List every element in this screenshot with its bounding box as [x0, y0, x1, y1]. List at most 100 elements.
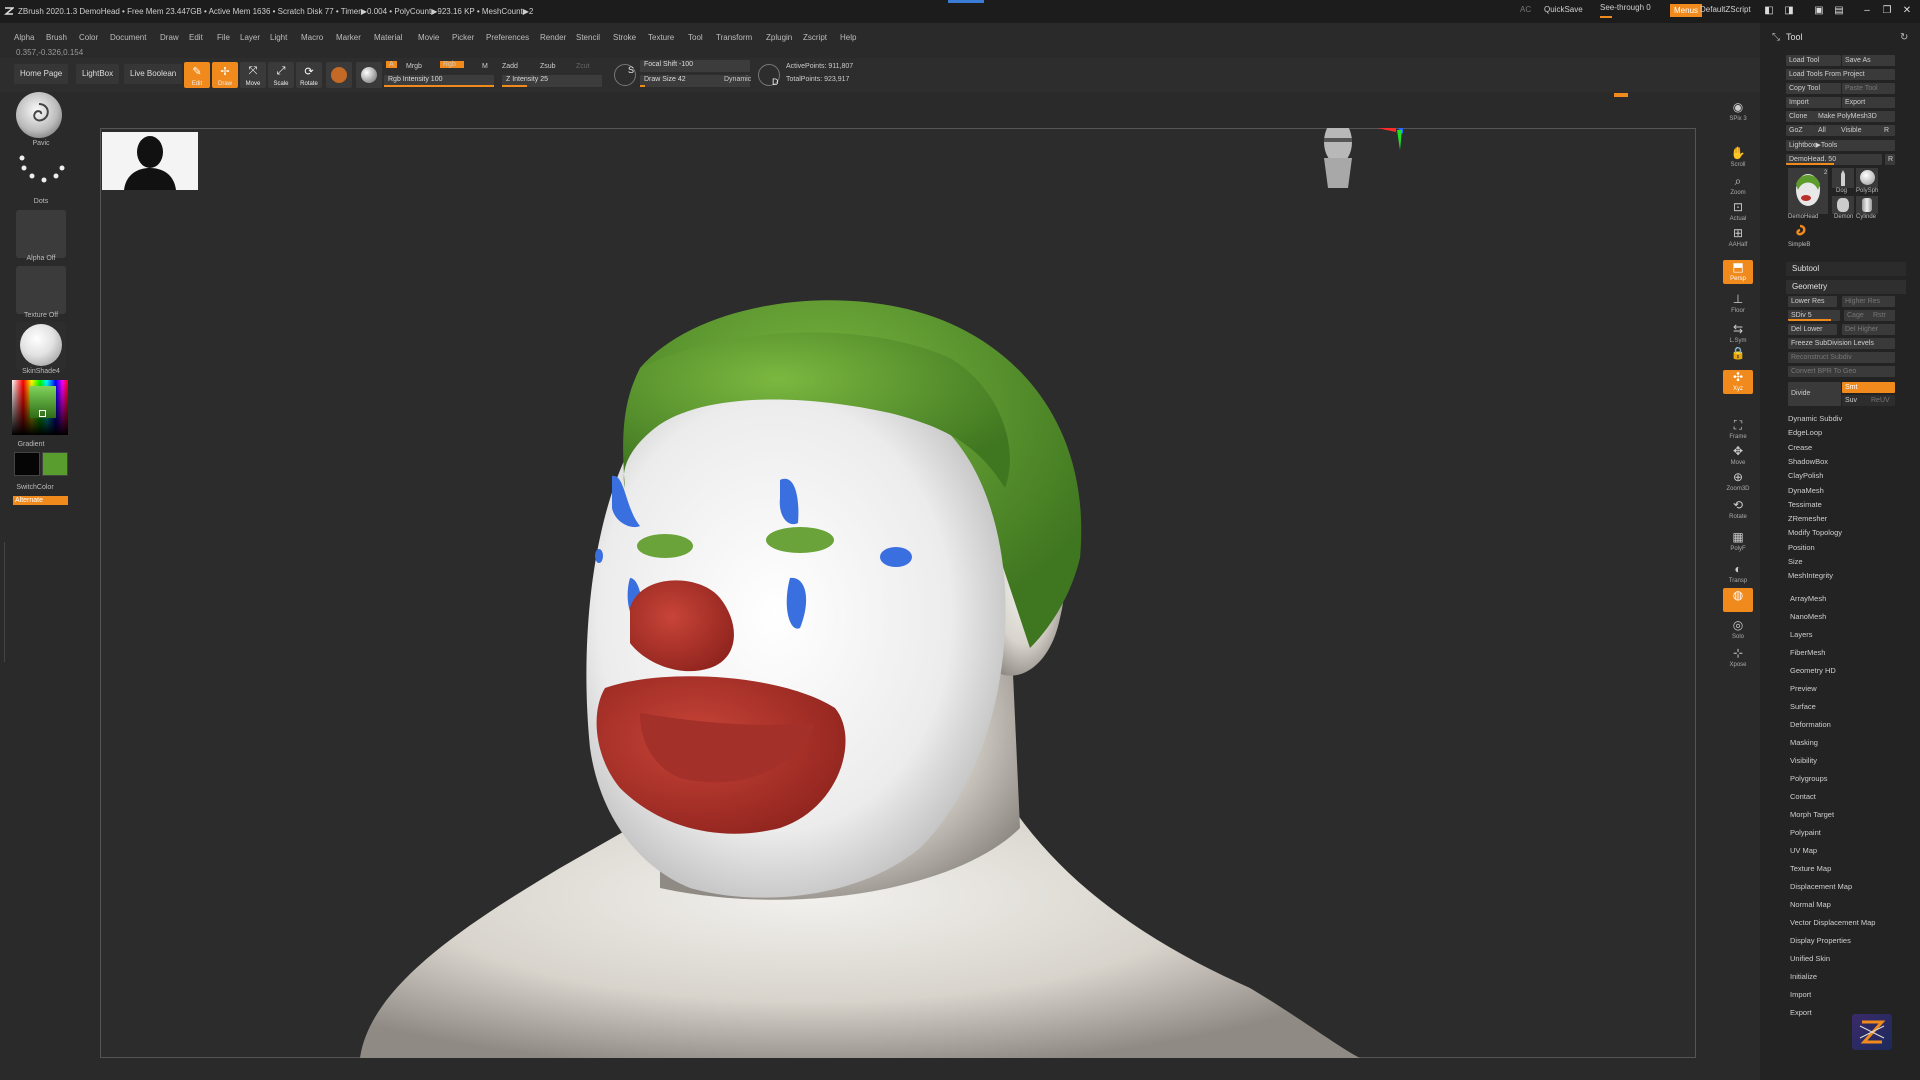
layout-alt-icon[interactable]: ▤	[1832, 6, 1846, 16]
close-icon[interactable]: ✕	[1900, 6, 1914, 16]
del-higher-button[interactable]: Del Higher	[1842, 324, 1895, 335]
color-picker-cursor[interactable]	[39, 410, 46, 417]
z-intensity-slider[interactable]: Z Intensity 25	[502, 75, 602, 87]
live-boolean-button[interactable]: Live Boolean	[124, 64, 183, 84]
reuv-toggle[interactable]: ReUV	[1868, 395, 1895, 406]
copy-tool-button[interactable]: Copy Tool	[1786, 83, 1841, 94]
goz-visible-button[interactable]: Visible	[1838, 125, 1881, 136]
section-initialize[interactable]: Initialize	[1790, 972, 1817, 981]
shelf-bpr-button[interactable]: ◉ SPix 3	[1723, 100, 1753, 124]
menu-stroke[interactable]: Stroke	[613, 33, 636, 42]
goz-r-button[interactable]: R	[1881, 125, 1895, 136]
freeze-subdivision-button[interactable]: Freeze SubDivision Levels	[1788, 338, 1895, 349]
tool-thumb-demon[interactable]	[1832, 196, 1854, 214]
lightbox-tools-button[interactable]: Lightbox▶Tools	[1786, 140, 1895, 151]
section-preview[interactable]: Preview	[1790, 684, 1817, 693]
section-morph-target[interactable]: Morph Target	[1790, 810, 1834, 819]
shelf-zoom-button[interactable]: ⌕ Zoom	[1723, 174, 1753, 198]
section-uv-map[interactable]: UV Map	[1790, 846, 1817, 855]
section-layers[interactable]: Layers	[1790, 630, 1813, 639]
move-mode-button[interactable]: ⤧ Move	[240, 62, 266, 88]
a-toggle[interactable]: A	[386, 61, 397, 68]
menu-document[interactable]: Document	[110, 33, 146, 42]
geometry-item-tessimate[interactable]: Tessimate	[1788, 500, 1822, 509]
geometry-item-dynamesh[interactable]: DynaMesh	[1788, 486, 1824, 495]
import-button[interactable]: Import	[1786, 97, 1841, 108]
restore-icon[interactable]: ❐	[1880, 6, 1894, 16]
convert-bpr-button[interactable]: Convert BPR To Geo	[1788, 366, 1895, 377]
menus-button[interactable]: Menus	[1670, 4, 1703, 17]
section-texture-map[interactable]: Texture Map	[1790, 864, 1831, 873]
brush-thumbnail[interactable]	[16, 92, 62, 138]
section-display-properties[interactable]: Display Properties	[1790, 936, 1851, 945]
material-sphere-button[interactable]	[356, 62, 382, 88]
shelf-move-button[interactable]: ✥ Move	[1723, 444, 1753, 468]
section-visibility[interactable]: Visibility	[1790, 756, 1817, 765]
sdiv-slider[interactable]: SDiv 5	[1788, 310, 1840, 321]
menu-brush[interactable]: Brush	[46, 33, 67, 42]
quicksave-button[interactable]: QuickSave	[1544, 5, 1583, 14]
rstr-button[interactable]: Rstr	[1870, 310, 1895, 321]
refresh-icon[interactable]: ↻	[1900, 32, 1908, 43]
make-polymesh3d-button[interactable]: Make PolyMesh3D	[1815, 111, 1895, 122]
section-import[interactable]: Import	[1790, 990, 1811, 999]
suv-toggle[interactable]: Suv	[1842, 395, 1869, 406]
cage-button[interactable]: Cage	[1844, 310, 1871, 321]
rgb-intensity-slider[interactable]: Rgb Intensity 100	[384, 75, 494, 87]
shelf-xpose-button[interactable]: ⊹ Xpose	[1723, 646, 1753, 670]
subtool-section[interactable]: Subtool	[1786, 262, 1906, 276]
section-geometry-hd[interactable]: Geometry HD	[1790, 666, 1836, 675]
reconstruct-subdiv-button[interactable]: Reconstruct Subdiv	[1788, 352, 1895, 363]
menu-file[interactable]: File	[217, 33, 230, 42]
layout-right-icon[interactable]: ◨	[1782, 6, 1796, 16]
geometry-item-claypolish[interactable]: ClayPolish	[1788, 471, 1823, 480]
section-vector-displacement-map[interactable]: Vector Displacement Map	[1790, 918, 1875, 927]
edit-mode-button[interactable]: ✎ Edit	[184, 62, 210, 88]
geometry-item-dynamic-subdiv[interactable]: Dynamic Subdiv	[1788, 414, 1842, 423]
geometry-item-shadowbox[interactable]: ShadowBox	[1788, 457, 1828, 466]
section-polygroups[interactable]: Polygroups	[1790, 774, 1828, 783]
shelf-rotate-button[interactable]: ⟲ Rotate	[1723, 498, 1753, 522]
shelf-scroll-button[interactable]: ✋ Scroll	[1723, 146, 1753, 170]
color-picker[interactable]	[12, 380, 68, 435]
shelf-zoom3d-button[interactable]: ⊕ Zoom3D	[1723, 470, 1753, 494]
clone-button[interactable]: Clone	[1786, 111, 1815, 122]
menu-picker[interactable]: Picker	[452, 33, 474, 42]
shelf-xyz-button[interactable]: ✣ Xyz	[1723, 370, 1753, 394]
section-nanomesh[interactable]: NanoMesh	[1790, 612, 1826, 621]
tool-thumb-cylinder[interactable]	[1856, 196, 1878, 214]
tool-thumb-dog[interactable]	[1832, 168, 1854, 188]
menu-edit[interactable]: Edit	[189, 33, 203, 42]
home-page-button[interactable]: Home Page	[14, 64, 69, 84]
section-deformation[interactable]: Deformation	[1790, 720, 1831, 729]
export-button[interactable]: Export	[1842, 97, 1895, 108]
shelf-lsym-button[interactable]: ⇆ L.Sym	[1723, 322, 1753, 346]
section-displacement-map[interactable]: Displacement Map	[1790, 882, 1852, 891]
geometry-item-position[interactable]: Position	[1788, 543, 1815, 552]
section-arraymesh[interactable]: ArrayMesh	[1790, 594, 1826, 603]
section-masking[interactable]: Masking	[1790, 738, 1818, 747]
focal-shift-slider[interactable]: Focal Shift -100	[640, 60, 750, 72]
divide-button[interactable]: Divide	[1788, 382, 1841, 406]
demohead-slider[interactable]: DemoHead. 50	[1786, 154, 1882, 165]
menu-movie[interactable]: Movie	[418, 33, 439, 42]
secondary-color-swatch[interactable]	[42, 452, 68, 476]
menu-zscript[interactable]: Zscript	[803, 33, 827, 42]
section-unified-skin[interactable]: Unified Skin	[1790, 954, 1830, 963]
scale-mode-button[interactable]: ⤢ Scale	[268, 62, 294, 88]
menu-zplugin[interactable]: Zplugin	[766, 33, 792, 42]
3d-viewport[interactable]	[100, 128, 1696, 1058]
shelf-polyf-button[interactable]: ▦ PolyF	[1723, 530, 1753, 554]
shelf-frame-button[interactable]: ⛶ Frame	[1723, 418, 1753, 442]
section-export[interactable]: Export	[1790, 1008, 1812, 1017]
geometry-item-crease[interactable]: Crease	[1788, 443, 1812, 452]
alternate-button[interactable]: Alternate	[13, 496, 68, 505]
menu-texture[interactable]: Texture	[648, 33, 674, 42]
menu-marker[interactable]: Marker	[336, 33, 361, 42]
tool-thumb-simplebrush[interactable]	[1792, 224, 1808, 240]
section-surface[interactable]: Surface	[1790, 702, 1816, 711]
main-color-swatch[interactable]	[14, 452, 40, 476]
material-thumbnail[interactable]	[16, 322, 66, 370]
menu-render[interactable]: Render	[540, 33, 566, 42]
switchcolor-label[interactable]: SwitchColor	[0, 484, 70, 491]
